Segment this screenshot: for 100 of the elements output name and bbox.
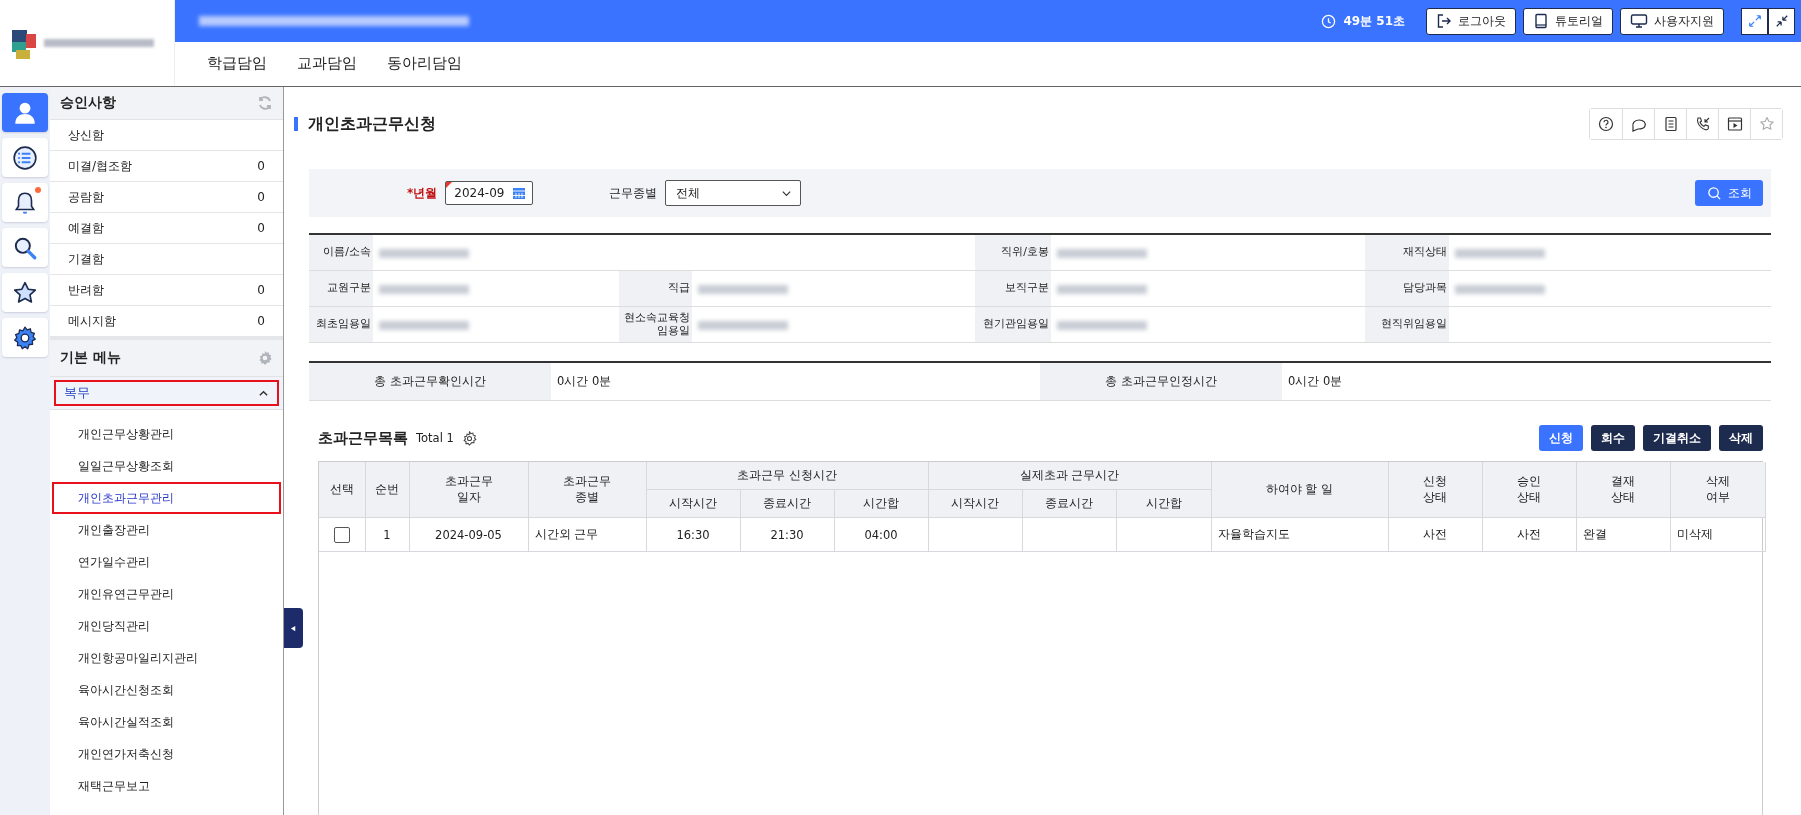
info-label: 최초임용일 xyxy=(309,306,373,343)
section-title: 기본 메뉴 xyxy=(60,349,121,367)
column-header: 시간합 xyxy=(834,489,928,518)
menu-item[interactable]: 연가일수관리 xyxy=(52,546,281,578)
monitor-icon xyxy=(1630,13,1648,29)
column-header: 신청 상태 xyxy=(1388,462,1482,518)
apply-button[interactable]: 신청 xyxy=(1539,425,1583,451)
table-cell: 자율학습지도 xyxy=(1217,527,1290,541)
info-label: 현기관임용일 xyxy=(975,306,1051,343)
menu-item[interactable]: 개인항공마일리지관리 xyxy=(52,642,281,674)
total-value: 0시간 0분 xyxy=(1282,362,1771,401)
info-label: 담당과목 xyxy=(1365,270,1449,307)
approval-box-item[interactable]: 기결함 xyxy=(50,244,283,275)
column-header: 결재 상태 xyxy=(1576,462,1670,518)
row-checkbox[interactable] xyxy=(333,526,350,543)
search-button[interactable]: 조회 xyxy=(1695,180,1763,206)
page-title: 개인초과근무신청 xyxy=(294,117,436,131)
collapse-button[interactable] xyxy=(1768,7,1795,35)
approval-box-item[interactable]: 상신함 xyxy=(50,120,283,151)
column-header: 시간합 xyxy=(1116,489,1211,518)
table-cell: 사전 xyxy=(1517,527,1541,541)
total-count: Total 1 xyxy=(416,431,454,445)
table-cell: 사전 xyxy=(1423,527,1447,541)
table-cell: 완결 xyxy=(1582,527,1607,541)
logout-icon xyxy=(1436,13,1452,29)
approval-box-item[interactable]: 예결함 0 xyxy=(50,213,283,244)
approval-box-item[interactable]: 공람함 0 xyxy=(50,182,283,213)
clock-icon xyxy=(1321,13,1337,29)
triangle-icon xyxy=(290,624,297,632)
column-group-header: 초과근무 신청시간 xyxy=(646,462,928,490)
menu-item[interactable]: 일일근무상황조회 xyxy=(52,450,281,482)
expand-button[interactable] xyxy=(1741,7,1768,35)
column-header: 초과근무 일자 xyxy=(409,462,528,518)
notification-dot xyxy=(35,187,41,193)
notification-button[interactable] xyxy=(2,183,48,222)
settings-icon xyxy=(12,324,38,351)
action-button[interactable]: 회수 xyxy=(1591,425,1635,451)
total-value: 0시간 0분 xyxy=(551,362,1040,401)
menu-item[interactable]: 개인출장관리 xyxy=(52,514,281,546)
info-label: 보직구분 xyxy=(975,270,1051,307)
column-header: 초과근무 종별 xyxy=(528,462,646,518)
menu-item[interactable]: 개인당직관리 xyxy=(52,610,281,642)
info-label: 현소속교육청 임용일 xyxy=(619,306,692,343)
user-button[interactable] xyxy=(2,93,48,132)
star-icon xyxy=(1758,116,1775,132)
menu-group-header[interactable]: 복무 xyxy=(54,380,279,406)
star-icon xyxy=(12,279,38,306)
nav-tab[interactable]: 학급담임 xyxy=(197,49,277,79)
info-label: 교원구분 xyxy=(309,270,373,307)
speech-bubble-icon xyxy=(1629,116,1648,132)
section-title: 승인사항 xyxy=(60,94,116,112)
search-button[interactable] xyxy=(2,228,48,267)
expand-icon xyxy=(1747,14,1762,28)
list-icon xyxy=(12,144,38,171)
table-cell: 시간외 근무 xyxy=(534,527,599,541)
column-header: 순번 xyxy=(365,462,409,518)
table-cell: 04:00 xyxy=(864,527,898,542)
column-group-header: 실제초과 근무시간 xyxy=(928,462,1211,490)
nav-tab[interactable]: 동아리담임 xyxy=(377,49,472,79)
approval-box-item[interactable]: 반려함 0 xyxy=(50,275,283,306)
menu-item[interactable]: 개인근무상황관리 xyxy=(52,418,281,450)
menu-item[interactable]: 개인유연근무관리 xyxy=(52,578,281,610)
favorite-button[interactable] xyxy=(2,273,48,312)
settings-icon[interactable] xyxy=(461,430,477,446)
sidebar-collapse-button[interactable] xyxy=(284,608,303,648)
help-icon xyxy=(1598,116,1614,132)
action-button[interactable]: 기결취소 xyxy=(1643,425,1711,451)
field-label: *년월 xyxy=(407,184,438,202)
approval-box-item[interactable]: 미결/협조함 0 xyxy=(50,151,283,182)
search-icon xyxy=(1706,185,1722,201)
column-header: 종료시간 xyxy=(1022,489,1116,518)
info-label: 재직상태 xyxy=(1365,234,1449,271)
total-label: 총 초과근무인정시간 xyxy=(1040,362,1282,401)
column-header: 시작시간 xyxy=(928,489,1022,518)
table-cell: 미삭제 xyxy=(1676,527,1713,541)
document-icon xyxy=(1662,116,1679,132)
menu-item[interactable]: 육아시간신청조회 xyxy=(52,674,281,706)
column-header: 선택 xyxy=(319,462,365,518)
action-button[interactable]: 삭제 xyxy=(1719,425,1763,451)
menu-item[interactable]: 개인초과근무관리 xyxy=(52,482,281,514)
nav-tab[interactable]: 교과담임 xyxy=(287,49,367,79)
support-button[interactable]: 사용자지원 xyxy=(1620,7,1724,35)
phone-icon xyxy=(1694,116,1711,132)
menu-item[interactable]: 육아시간실적조회 xyxy=(52,706,281,738)
table-cell: 2024-09-05 xyxy=(435,527,502,542)
menu-list-button[interactable] xyxy=(2,138,48,177)
year-month-field[interactable]: 2024-09 xyxy=(445,181,534,205)
menu-item[interactable]: 개인연가저축신청 xyxy=(52,738,281,770)
calendar-icon[interactable] xyxy=(512,186,527,200)
column-header: 승인 상태 xyxy=(1482,462,1576,518)
menu-item[interactable]: 재택근무보고 xyxy=(52,770,281,802)
column-header: 하여야 할 일 xyxy=(1211,462,1388,518)
logout-button[interactable]: 로그아웃 xyxy=(1426,7,1516,35)
table-cell: 21:30 xyxy=(770,527,804,542)
list-title: 초과근무목록 xyxy=(318,428,408,448)
settings-button[interactable] xyxy=(2,318,48,357)
table-cell: 16:30 xyxy=(676,527,710,542)
work-type-dropdown[interactable]: 전체 xyxy=(665,180,802,206)
collapse-icon xyxy=(1774,14,1789,28)
tutorial-button[interactable]: 튜토리얼 xyxy=(1523,7,1613,35)
